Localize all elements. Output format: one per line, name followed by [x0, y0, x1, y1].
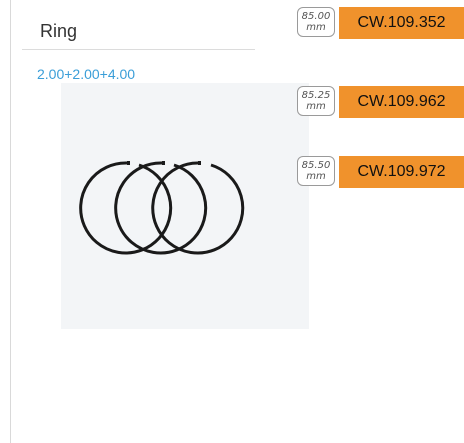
- title-divider: [22, 49, 255, 50]
- product-image: [61, 83, 309, 329]
- ring-size-value: 85.50: [301, 160, 331, 171]
- ring-size-unit: mm: [306, 171, 326, 182]
- ring-size-badge: 85.50 mm: [297, 156, 335, 186]
- ring-size-unit: mm: [306, 22, 326, 33]
- part-number-button[interactable]: CW.109.972: [339, 156, 464, 188]
- variant-row[interactable]: 85.25 mm CW.109.962: [297, 86, 464, 118]
- ring-size-value: 85.25: [301, 90, 331, 101]
- ring-size-badge: 85.00 mm: [297, 7, 335, 37]
- product-card: Ring 2.00+2.00+4.00: [10, 0, 464, 443]
- product-title: Ring: [40, 21, 78, 41]
- part-number-button[interactable]: CW.109.962: [339, 86, 464, 118]
- ring-spec: 2.00+2.00+4.00: [37, 66, 136, 82]
- variant-row[interactable]: 85.50 mm CW.109.972: [297, 156, 464, 188]
- ring-size-value: 85.00: [301, 11, 331, 22]
- piston-rings-icon: [79, 161, 245, 255]
- ring-size-badge: 85.25 mm: [297, 86, 335, 116]
- part-number-button[interactable]: CW.109.352: [339, 7, 464, 39]
- variant-row[interactable]: 85.00 mm CW.109.352: [297, 7, 464, 39]
- ring-size-unit: mm: [306, 101, 326, 112]
